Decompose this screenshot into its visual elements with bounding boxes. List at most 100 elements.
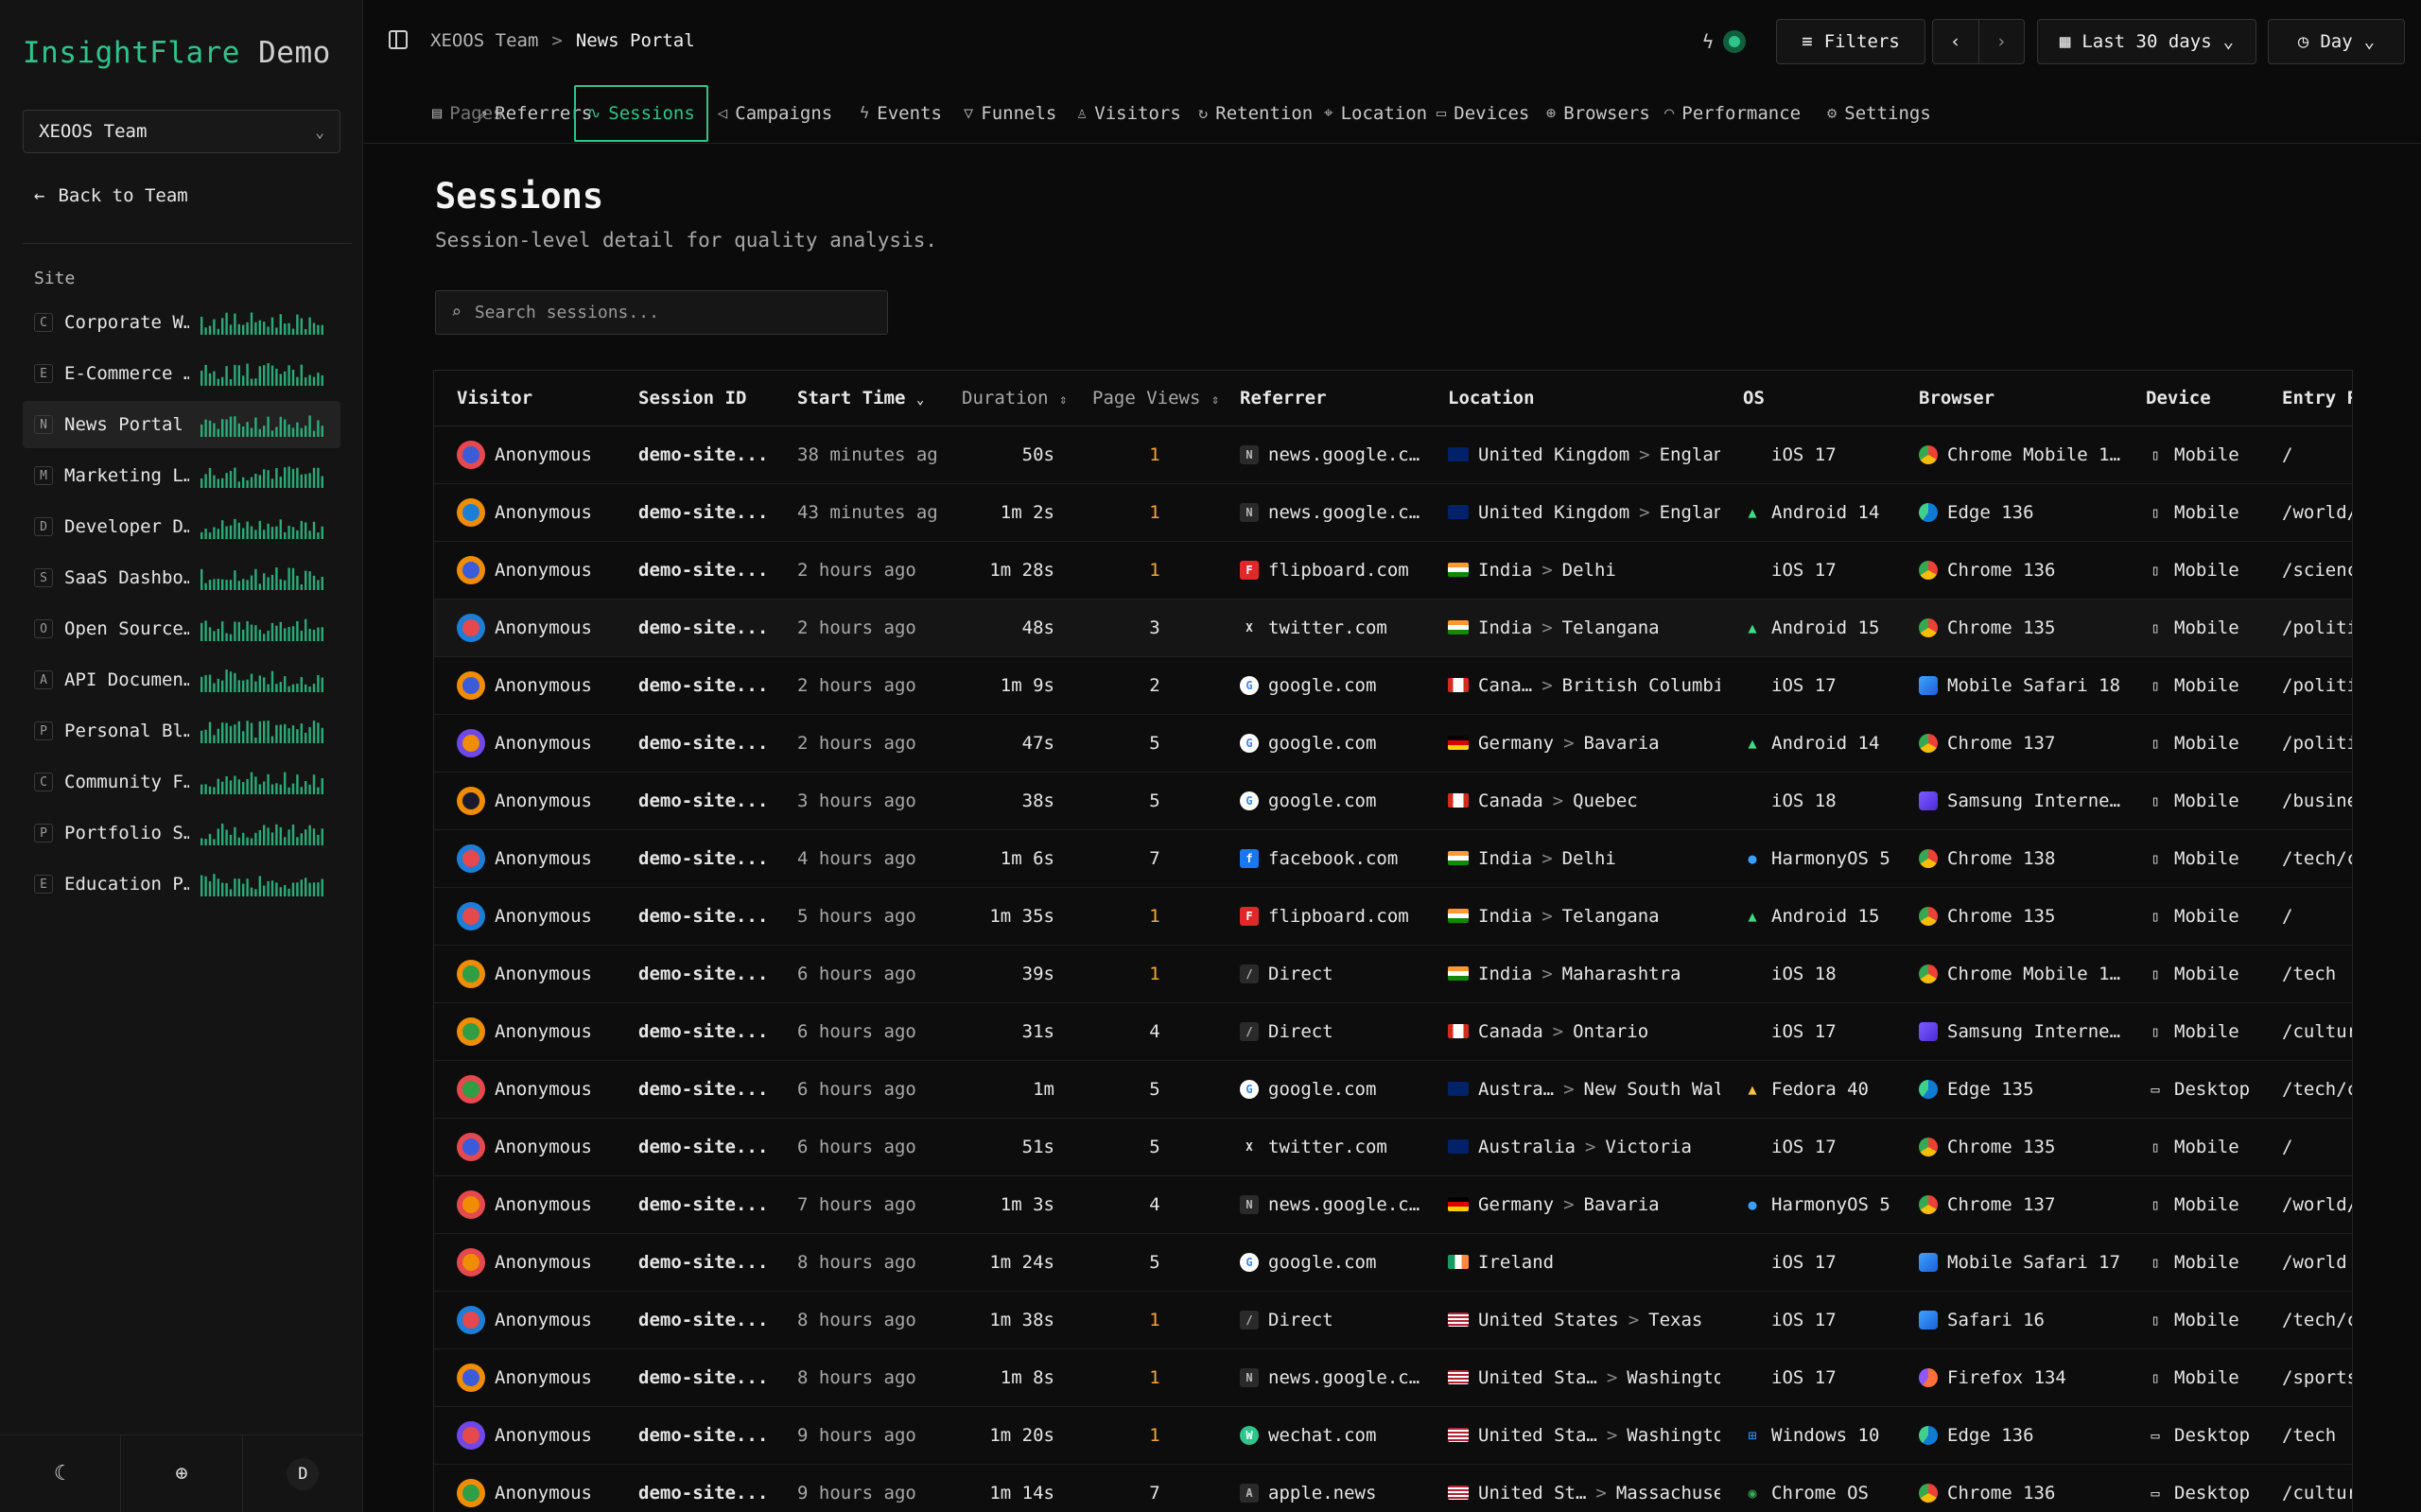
interval-select[interactable]: ◷ Day ⌄ (2268, 19, 2405, 64)
table-row[interactable]: Anonymous demo-site... 7 hours ago 1m 3s 4 Nn… (434, 1175, 2352, 1234)
language-button[interactable]: ⊕ (121, 1435, 243, 1512)
cell-session-id[interactable]: demo-site... (616, 1406, 775, 1465)
table-row[interactable]: Anonymous demo-site... 6 hours ago 39s 1 / Dir… (434, 945, 2352, 1003)
cell-browser: Edge 135 (1896, 1060, 2123, 1119)
cell-session-id[interactable]: demo-site... (616, 1002, 775, 1061)
cell-session-id[interactable]: demo-site... (616, 656, 775, 715)
table-row[interactable]: Anonymous demo-site... 2 hours ago 1m 28s 1 F… (434, 541, 2352, 600)
tab-location[interactable]: ⌖ Location (1313, 85, 1438, 142)
user-menu-button[interactable]: D (243, 1435, 363, 1512)
referrer-name: google.com (1268, 1078, 1377, 1100)
tab-devices[interactable]: ▭ Devices (1425, 85, 1541, 142)
tab-campaigns[interactable]: ◁ Campaigns (706, 85, 844, 142)
sparkline-bar (317, 834, 320, 845)
tab-performance[interactable]: ◠ Performance (1653, 85, 1812, 142)
table-row[interactable]: Anonymous demo-site... 2 hours ago 1m 9s 2 Gg… (434, 656, 2352, 715)
tab-visitors[interactable]: ♙ Visitors (1066, 85, 1193, 142)
cell-session-id[interactable]: demo-site... (616, 1060, 775, 1119)
tab-settings[interactable]: ⚙ Settings (1816, 85, 1942, 142)
cell-session-id[interactable]: demo-site... (616, 599, 775, 657)
next-period-button[interactable]: › (1979, 20, 2025, 63)
brand-logo[interactable]: InsightFlare Demo (23, 36, 331, 70)
cell-session-id[interactable]: demo-site... (616, 772, 775, 830)
cell-session-id[interactable]: demo-site... (616, 426, 775, 484)
breadcrumb-team[interactable]: XEOOS Team (430, 30, 538, 51)
flag-de-icon (1448, 1197, 1469, 1211)
referrer-name: google.com (1268, 732, 1377, 754)
device-name: Mobile (2174, 1251, 2239, 1273)
cell-start-time: 6 hours ago (775, 945, 939, 1003)
os-name: iOS 17 (1771, 559, 1837, 581)
cell-session-id[interactable]: demo-site... (616, 887, 775, 946)
cell-session-id[interactable]: demo-site... (616, 945, 775, 1003)
table-row[interactable]: Anonymous demo-site... 6 hours ago 51s 5 Xtwi… (434, 1118, 2352, 1176)
sidebar-site-item[interactable]: S SaaS Dashbo… (23, 554, 340, 601)
cell-session-id[interactable]: demo-site... (616, 483, 775, 542)
tab-funnels[interactable]: ▽ Funnels (952, 85, 1068, 142)
tab-browsers[interactable]: ⊕ Browsers (1535, 85, 1662, 142)
sidebar-site-item[interactable]: N News Portal (23, 401, 340, 448)
realtime-indicator[interactable]: ϟ (1702, 30, 1747, 53)
sidebar-toggle-icon[interactable] (389, 30, 408, 49)
cell-session-id[interactable]: demo-site... (616, 829, 775, 888)
visitor-cell: Anonymous (457, 1017, 616, 1046)
prev-period-button[interactable]: ‹ (1933, 20, 1979, 63)
tab-sessions[interactable]: ∿ Sessions (574, 85, 708, 142)
sidebar-site-item[interactable]: A API Documen… (23, 656, 340, 704)
cell-session-id[interactable]: demo-site... (616, 1464, 775, 1512)
os-cell: ● HarmonyOS 5 (1743, 848, 1896, 869)
team-select[interactable]: XEOOS Team ⌄ (23, 110, 340, 153)
sparkline-bar (287, 424, 290, 437)
table-row[interactable]: Anonymous demo-site... 6 hours ago 31s 4 / Dir… (434, 1002, 2352, 1061)
sidebar-site-item[interactable]: C Community F… (23, 758, 340, 806)
cell-session-id[interactable]: demo-site... (616, 541, 775, 600)
sidebar-site-item[interactable]: E E-Commerce … (23, 350, 340, 397)
table-row[interactable]: Anonymous demo-site... 4 hours ago 1m 6s 7 f f… (434, 829, 2352, 888)
cell-session-id[interactable]: demo-site... (616, 1291, 775, 1349)
tab-retention[interactable]: ↻ Retention (1187, 85, 1324, 142)
avatar (457, 1420, 485, 1450)
filters-button[interactable]: ≡ Filters (1776, 19, 1925, 64)
theme-toggle-button[interactable]: ☾ (0, 1435, 122, 1512)
sidebar-site-item[interactable]: E Education P… (23, 860, 340, 908)
table-row[interactable]: Anonymous demo-site... 8 hours ago 1m 38s 1 /… (434, 1291, 2352, 1349)
sparkline-bar (225, 312, 228, 335)
table-row[interactable]: Anonymous demo-site... 3 hours ago 38s 5 Ggoo… (434, 772, 2352, 830)
table-row[interactable]: Anonymous demo-site... 2 hours ago 48s 3 Xtwi… (434, 599, 2352, 657)
cell-session-id[interactable]: demo-site... (616, 714, 775, 773)
browser-name: Edge 136 (1947, 501, 2034, 523)
sidebar-site-item[interactable]: M Marketing L… (23, 452, 340, 499)
cell-session-id[interactable]: demo-site... (616, 1175, 775, 1234)
sidebar-site-item[interactable]: P Portfolio S… (23, 809, 340, 857)
col-duration[interactable]: Duration ⇕ (939, 371, 1070, 426)
table-row[interactable]: Anonymous demo-site... 9 hours ago 1m 14s 7 A… (434, 1464, 2352, 1512)
table-row[interactable]: Anonymous demo-site... 5 hours ago 1m 35s 1 F… (434, 887, 2352, 946)
back-to-team-link[interactable]: ← Back to Team (34, 185, 188, 206)
table-row[interactable]: Anonymous demo-site... 8 hours ago 1m 24s 5 G… (434, 1233, 2352, 1292)
back-to-team-label: Back to Team (58, 185, 188, 206)
table-row[interactable]: Anonymous demo-site... 2 hours ago 47s 5 Ggoo… (434, 714, 2352, 773)
cell-session-id[interactable]: demo-site... (616, 1233, 775, 1292)
sidebar-site-item[interactable]: P Personal Bl… (23, 707, 340, 755)
location-cell: United St… > Massachusetts (1448, 1483, 1720, 1503)
table-row[interactable]: Anonymous demo-site... 9 hours ago 1m 20s 1 W… (434, 1406, 2352, 1465)
tab-events[interactable]: ϟ Events (848, 85, 953, 142)
sidebar-site-item[interactable]: C Corporate W… (23, 299, 340, 346)
table-row[interactable]: Anonymous demo-site... 38 minutes ago 50s 1 N… (434, 426, 2352, 484)
sparkline-bar (242, 324, 245, 335)
search-input[interactable] (474, 303, 853, 322)
sidebar-site-item[interactable]: O Open Source… (23, 605, 340, 652)
cell-session-id[interactable]: demo-site... (616, 1348, 775, 1407)
sparkline-bar (284, 723, 287, 743)
date-range-select[interactable]: ▦ Last 30 days ⌄ (2037, 19, 2256, 64)
cell-os: ▲ Android 15 (1720, 887, 1896, 946)
sidebar-site-item[interactable]: D Developer D… (23, 503, 340, 550)
table-row[interactable]: Anonymous demo-site... 8 hours ago 1m 8s 1 Nn… (434, 1348, 2352, 1407)
cell-session-id[interactable]: demo-site... (616, 1118, 775, 1176)
table-row[interactable]: Anonymous demo-site... 43 minutes ago 1m 2s… (434, 483, 2352, 542)
table-row[interactable]: Anonymous demo-site... 6 hours ago 1m 5 Ggoog… (434, 1060, 2352, 1119)
col-page-views[interactable]: Page Views ⇕ (1070, 371, 1219, 426)
apple-icon (1743, 1311, 1762, 1330)
col-start-time[interactable]: Start Time ⌄ (775, 371, 939, 426)
flag-us-icon (1448, 1370, 1469, 1384)
